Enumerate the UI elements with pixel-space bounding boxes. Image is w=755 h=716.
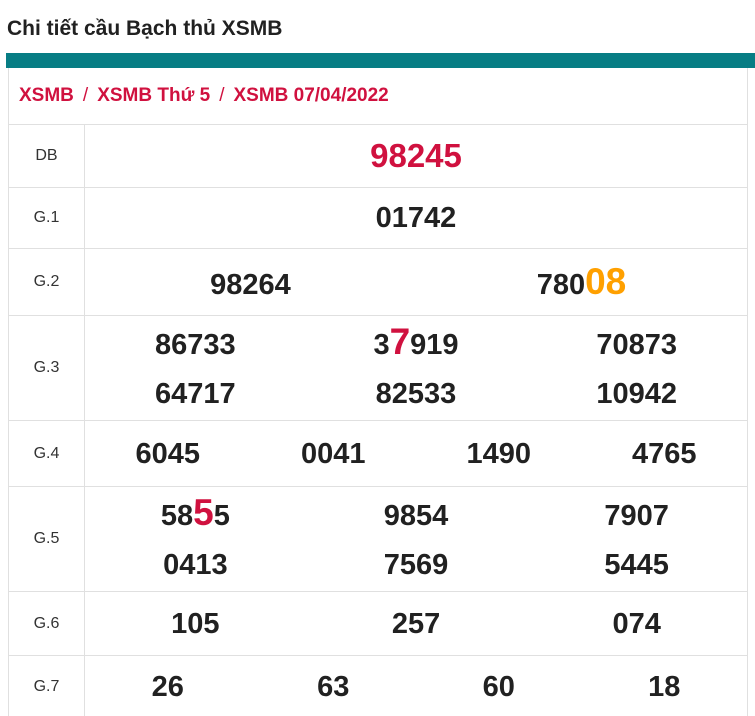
table-row-db: DB 98245 [9, 125, 747, 188]
highlighted-digit-red: 5 [193, 492, 214, 533]
prize-values: 105 257 074 [85, 592, 747, 655]
prize-values: 98264 78008 [85, 249, 747, 315]
number-text: 0041 [300, 437, 366, 470]
prize-number: 074 [526, 598, 747, 655]
breadcrumb-link-2[interactable]: XSMB 07/04/2022 [233, 85, 388, 107]
number-text: 18 [648, 671, 681, 703]
prize-number: 257 [306, 598, 527, 655]
number-text: 105 [171, 607, 220, 640]
prize-values: 6045 0041 1490 4765 [85, 421, 747, 486]
highlighted-digit-red: 7 [389, 321, 411, 362]
teal-divider-bar [6, 53, 755, 68]
number-text: 7907 [604, 500, 669, 532]
number-text: 6045 [135, 437, 200, 470]
results-panel: XSMB / XSMB Thứ 5 / XSMB 07/04/2022 DB 98245 G… [8, 68, 748, 716]
number-text: 074 [612, 607, 661, 640]
breadcrumb-separator: / [219, 85, 225, 106]
results-table: DB 98245 G.1 01742 G.2 98264 78008 G.3 86733 3791… [9, 125, 747, 716]
table-row-g6: G.6 105 257 074 [9, 592, 747, 656]
special-prize-number: 98245 [370, 137, 462, 174]
prize-number: 01742 [85, 192, 747, 249]
highlighted-digit-orange: 08 [585, 261, 627, 302]
table-row-g2: G.2 98264 78008 [9, 249, 747, 316]
prize-line: 86733 37919 70873 [85, 316, 747, 368]
prize-number: 26 [85, 661, 251, 716]
prize-line: 01742 [85, 192, 747, 244]
number-text: 58 [160, 500, 194, 532]
prize-label: G.4 [9, 421, 85, 486]
number-text: 9854 [383, 500, 449, 532]
prize-line: 98245 [85, 130, 747, 182]
prize-number: 4765 [582, 428, 748, 485]
prize-number: 7569 [306, 539, 527, 596]
table-row-g1: G.1 01742 [9, 188, 747, 249]
prize-label: G.2 [9, 249, 85, 315]
prize-line: 6045 0041 1490 4765 [85, 428, 747, 480]
number-text: 60 [482, 671, 515, 703]
prize-number: 82533 [306, 368, 527, 425]
number-text: 01742 [375, 202, 457, 234]
prize-line: 26 63 60 18 [85, 661, 747, 713]
prize-number: 98264 [85, 259, 416, 316]
number-text: 7569 [383, 549, 449, 581]
number-text: 86733 [155, 329, 236, 361]
prize-line: 64717 82533 10942 [85, 368, 747, 420]
prize-values: 5855 9854 7907 0413 7569 5445 [85, 487, 747, 591]
prize-number: 60 [416, 661, 582, 716]
breadcrumb-link-1[interactable]: XSMB Thứ 5 [97, 85, 210, 107]
prize-number: 37919 [306, 316, 527, 376]
prize-line: 105 257 074 [85, 598, 747, 650]
prize-number: 63 [251, 661, 417, 716]
prize-values: 26 63 60 18 [85, 656, 747, 716]
prize-number: 6045 [85, 428, 251, 485]
table-row-g5: G.5 5855 9854 7907 0413 7569 5445 [9, 487, 747, 592]
prize-number: 0041 [251, 428, 417, 485]
number-text: 82533 [375, 378, 457, 410]
number-text: 5 [213, 500, 230, 532]
prize-values: 98245 [85, 125, 747, 187]
number-text: 5445 [604, 549, 669, 581]
page-title: Chi tiết cầu Bạch thủ XSMB [7, 17, 283, 40]
prize-label: G.1 [9, 188, 85, 248]
prize-number: 5855 [85, 487, 306, 547]
number-text: 26 [151, 671, 184, 703]
table-row-g3: G.3 86733 37919 70873 64717 82533 10942 [9, 316, 747, 421]
breadcrumb-link-0[interactable]: XSMB [19, 85, 74, 107]
prize-number: 1490 [416, 428, 582, 485]
number-text: 1490 [466, 437, 531, 470]
number-text: 64717 [155, 378, 236, 410]
prize-number: 64717 [85, 368, 306, 425]
number-text: 919 [410, 329, 459, 361]
prize-label: G.5 [9, 487, 85, 591]
prize-values: 01742 [85, 188, 747, 248]
prize-label: G.6 [9, 592, 85, 655]
prize-number: 0413 [85, 539, 306, 596]
breadcrumb: XSMB / XSMB Thứ 5 / XSMB 07/04/2022 [9, 68, 747, 125]
number-text: 70873 [596, 329, 677, 361]
prize-label: G.7 [9, 656, 85, 716]
prize-line: 0413 7569 5445 [85, 539, 747, 591]
prize-label: DB [9, 125, 85, 187]
number-text: 10942 [596, 378, 677, 410]
table-row-g7: G.7 26 63 60 18 [9, 656, 747, 716]
prize-line: 98264 78008 [85, 256, 747, 308]
prize-number: 10942 [526, 368, 747, 425]
number-text: 4765 [631, 437, 697, 470]
number-text: 257 [391, 607, 441, 640]
number-text: 3 [373, 329, 390, 361]
table-row-g4: G.4 6045 0041 1490 4765 [9, 421, 747, 487]
prize-number: 5445 [526, 539, 747, 596]
prize-number: 78008 [416, 256, 747, 316]
number-text: 0413 [163, 549, 228, 581]
prize-label: G.3 [9, 316, 85, 420]
number-text: 63 [317, 671, 350, 703]
prize-number: 105 [85, 598, 306, 655]
prize-number: 98245 [85, 130, 747, 189]
prize-values: 86733 37919 70873 64717 82533 10942 [85, 316, 747, 420]
breadcrumb-separator: / [82, 85, 89, 106]
prize-line: 5855 9854 7907 [85, 487, 747, 539]
number-text: 780 [536, 269, 586, 301]
number-text: 98264 [210, 269, 291, 301]
prize-number: 18 [582, 661, 748, 716]
